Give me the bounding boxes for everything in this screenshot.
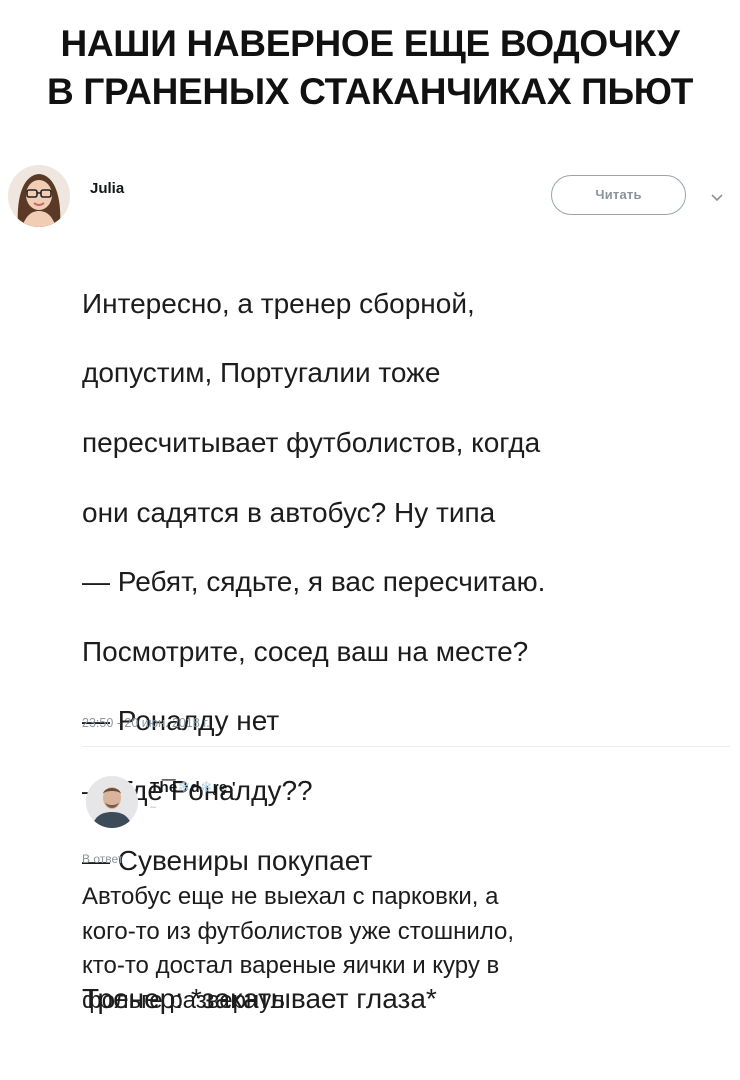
- reply-name-part: r̨ȩ ': [212, 779, 236, 796]
- reply-line: фольге развернул: [82, 986, 285, 1014]
- avatar-julia-image: [8, 165, 70, 227]
- reply-handle: –: [150, 801, 157, 813]
- tweet-line: они садятся в автобус? Ну типа: [82, 496, 496, 528]
- caption-line-1: НАШИ НАВЕРНОЕ ЕЩЕ ВОДОЧКУ: [60, 23, 680, 64]
- reply-line: кого-то из футболистов уже стошнило,: [82, 917, 515, 945]
- avatar-julia[interactable]: [8, 165, 70, 227]
- snowflake-icon: ❄: [177, 779, 191, 796]
- author-name[interactable]: Julia: [90, 180, 124, 197]
- tweet-line: допустим, Португалии тоже: [82, 357, 441, 389]
- reply-text: Автобус еще не выехал с парковки, а кого…: [82, 880, 722, 1018]
- tweet-line: — Сувениры покупает: [82, 844, 373, 876]
- tweet-line: Посмотрите, сосед ваш на месте?: [82, 635, 529, 667]
- tweet-timestamp[interactable]: 23:50 - 20 июн. 2018 г.: [82, 716, 210, 730]
- reply-line: кто-то достал вареные яички и куру в: [82, 952, 500, 979]
- divider: [82, 746, 730, 747]
- in-reply-to-handle[interactable]: ·: [196, 852, 200, 866]
- reply-author-name[interactable]: Th͞e❄d❄r̨ȩ ': [150, 778, 236, 796]
- reply-name-part: Th͞e: [150, 779, 178, 796]
- tweet-line: — Ребят, сядьте, я вас пересчитаю.: [82, 566, 546, 598]
- tweet-line: Интересно, а тренер сборной,: [82, 287, 475, 319]
- follow-button[interactable]: Читать: [551, 175, 686, 215]
- reply-line: Автобус еще не выехал с парковки, а: [82, 883, 499, 910]
- avatar-reply-image: [86, 776, 138, 828]
- avatar-reply[interactable]: [86, 776, 138, 828]
- chevron-down-icon[interactable]: [706, 186, 728, 208]
- in-reply-to-label: В ответ: [82, 852, 124, 866]
- tweet-line: пересчитывает футболистов, когда: [82, 426, 541, 458]
- snowflake-icon: ❄: [199, 779, 213, 796]
- caption-line-2: В ГРАНЕНЫХ СТАКАНЧИКАХ ПЬЮТ: [46, 71, 693, 112]
- reply-name-part: d: [190, 779, 200, 796]
- meme-caption: НАШИ НАВЕРНОЕ ЕЩЕ ВОДОЧКУ В ГРАНЕНЫХ СТА…: [0, 20, 740, 116]
